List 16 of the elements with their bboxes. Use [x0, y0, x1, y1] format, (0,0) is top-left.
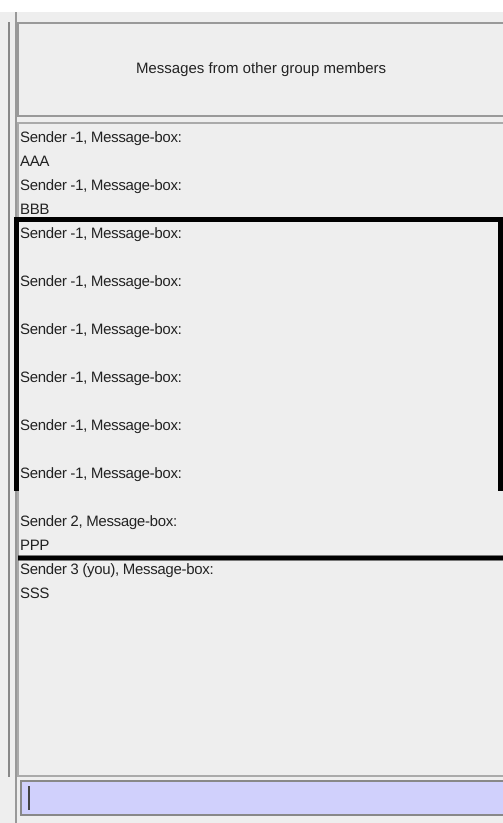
sender-label: Sender -1, Message-box: — [20, 321, 182, 338]
sender-label: Sender -1, Message-box: — [20, 129, 182, 146]
panel-title: Messages from other group members — [136, 59, 386, 80]
sender-label: Sender -1, Message-box: — [20, 369, 182, 386]
input-field[interactable] — [20, 780, 503, 816]
sender-label: Sender -1, Message-box: — [20, 465, 182, 482]
sender-label: Sender -1, Message-box: — [20, 273, 182, 290]
sender-label: Sender -1, Message-box: — [20, 177, 182, 194]
message-text: BBB — [20, 201, 50, 218]
sender-label: Sender -1, Message-box: — [20, 225, 182, 242]
sender-label: Sender 2, Message-box: — [20, 513, 177, 530]
message-text: SSS — [20, 585, 50, 602]
sender-label: Sender -1, Message-box: — [20, 417, 182, 434]
sender-label: Sender 3 (you), Message-box: — [20, 561, 214, 578]
message-text: AAA — [20, 153, 50, 170]
message-text: PPP — [20, 537, 50, 554]
